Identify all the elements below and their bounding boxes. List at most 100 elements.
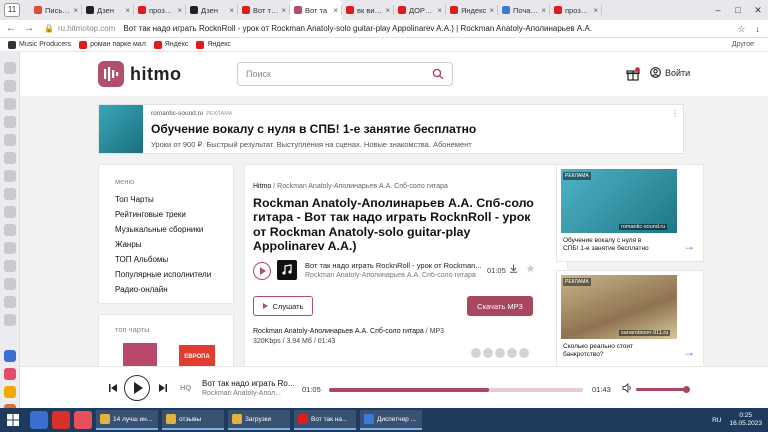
bookmark-item[interactable]: Music Producers: [8, 40, 71, 49]
menu-item[interactable]: Радио-онлайн: [115, 282, 211, 297]
play-pause-button[interactable]: [124, 375, 150, 401]
right-ad-card[interactable]: РЕКЛАМА romantic-sound.ru Обучение вокал…: [556, 164, 704, 262]
download-mp3-button[interactable]: Скачать MP3: [467, 296, 533, 316]
side-panel-icon[interactable]: [3, 314, 16, 326]
tab-close-icon[interactable]: ×: [385, 6, 390, 15]
tab-close-icon[interactable]: ×: [229, 6, 234, 15]
menu-item[interactable]: Популярные исполнители: [115, 267, 211, 282]
tab-close-icon[interactable]: ×: [437, 6, 442, 15]
taskbar-window[interactable]: Диспетчер ...: [360, 410, 422, 430]
side-panel-icon[interactable]: [3, 80, 16, 92]
chart-cover[interactable]: [123, 343, 157, 366]
side-panel-icon[interactable]: [3, 116, 16, 128]
tab-close-icon[interactable]: ×: [177, 6, 182, 15]
side-panel-icon[interactable]: [3, 152, 16, 164]
browser-tab[interactable]: Дзен ×: [186, 0, 238, 20]
url-host[interactable]: ru.hitmotop.com: [58, 24, 115, 33]
side-panel-icon[interactable]: [3, 260, 16, 272]
top-ad-banner[interactable]: romantic-sound.ru РЕКЛАМА Обучение вокалу…: [98, 104, 684, 154]
right-ad-card[interactable]: РЕКЛАМА sanarotsoon-911.ru Сколько реаль…: [556, 270, 704, 366]
browser-tab[interactable]: Дзен ×: [82, 0, 134, 20]
arrow-right-icon[interactable]: →: [683, 239, 695, 253]
meta-artist[interactable]: Rockman Anatoly-Аполинарьев А.А. Спб-сол…: [253, 328, 424, 335]
yandex-pin-icon[interactable]: [52, 411, 70, 429]
right-ad-caption[interactable]: Обучение вокалу с нуля в СПБ! 1-е заняти…: [563, 237, 653, 253]
tab-counter-button[interactable]: 11: [4, 3, 20, 17]
track-play-button[interactable]: [253, 262, 271, 280]
taskbar-window[interactable]: отзывы: [162, 410, 224, 430]
tab-close-icon[interactable]: ×: [541, 6, 546, 15]
search-input[interactable]: [246, 63, 426, 85]
vk-icon[interactable]: [3, 350, 16, 362]
progress-bar[interactable]: [329, 388, 583, 392]
menu-item[interactable]: Жанры: [115, 237, 211, 252]
next-track-icon[interactable]: [158, 383, 168, 395]
menu-item[interactable]: ТОП Альбомы: [115, 252, 211, 267]
site-logo[interactable]: hitmo: [98, 61, 182, 87]
menu-item[interactable]: Топ Чарты: [115, 192, 211, 207]
side-panel-icon[interactable]: [3, 278, 16, 290]
breadcrumb-current[interactable]: Rockman Anatoly-Аполинарьев А.А. Спб-сол…: [277, 183, 448, 190]
side-panel-icon[interactable]: [3, 98, 16, 110]
volume-knob[interactable]: [683, 386, 690, 393]
taskbar-window[interactable]: Вот так на...: [294, 410, 356, 430]
side-panel-icon[interactable]: [3, 62, 16, 74]
hq-toggle[interactable]: HQ: [180, 383, 191, 392]
taskbar-window[interactable]: Загрузки: [228, 410, 290, 430]
listen-button[interactable]: Слушать: [253, 296, 313, 316]
volume-icon[interactable]: [622, 382, 633, 395]
bookmark-item[interactable]: Яндекс: [153, 40, 188, 49]
explorer-pin-icon[interactable]: [30, 411, 48, 429]
login-button[interactable]: Войти: [650, 67, 690, 78]
bookmark-star-icon[interactable]: ☆: [737, 24, 745, 35]
taskbar-window[interactable]: 14 лучш ин...: [96, 410, 158, 430]
weather-icon[interactable]: [3, 386, 16, 398]
browser-tab[interactable]: проза ру×: [550, 0, 602, 20]
language-indicator[interactable]: RU: [712, 417, 721, 424]
favorite-star-icon[interactable]: [526, 264, 535, 275]
close-window-icon[interactable]: ✕: [748, 0, 768, 20]
track-row[interactable]: Вот так надо играть RocknRoll - урок от …: [253, 259, 535, 283]
clock[interactable]: 0:25 16.05.2023: [729, 412, 762, 428]
bookmarks-other[interactable]: Другое: [732, 38, 754, 52]
browser-tab[interactable]: Вот та ×: [290, 0, 342, 20]
volume-slider[interactable]: [636, 388, 686, 391]
side-panel-icon[interactable]: [3, 296, 16, 308]
tab-close-icon[interactable]: ×: [333, 6, 338, 15]
search-icon[interactable]: [432, 68, 444, 82]
rating-star-icon[interactable]: [495, 348, 505, 358]
menu-item[interactable]: Музыкальные сборники: [115, 222, 211, 237]
side-panel-icon[interactable]: [3, 224, 16, 236]
maximize-icon[interactable]: □: [728, 0, 748, 20]
browser-tab[interactable]: проза ру×: [134, 0, 186, 20]
side-panel-icon[interactable]: [3, 134, 16, 146]
minimize-icon[interactable]: –: [708, 0, 728, 20]
previous-track-icon[interactable]: [108, 383, 118, 395]
forward-icon[interactable]: →: [22, 23, 36, 34]
rating-star-icon[interactable]: [483, 348, 493, 358]
page-title-in-bar[interactable]: Вот так надо играть RocknRoll - урок от …: [123, 24, 593, 33]
menu-item[interactable]: Рейтинговые треки: [115, 207, 211, 222]
side-panel-icon[interactable]: [3, 170, 16, 182]
bookmark-item[interactable]: Яндекс: [196, 40, 231, 49]
back-icon[interactable]: ←: [4, 23, 18, 34]
rating-star-icon[interactable]: [507, 348, 517, 358]
right-ad-caption[interactable]: Сколько реально стоит банкротство?: [563, 343, 653, 359]
browser-tab[interactable]: Вот так н×: [238, 0, 290, 20]
chart-cover-europa[interactable]: ЕВРОПА ПЛЮС: [179, 345, 215, 366]
browser-tab[interactable]: Почасов×: [498, 0, 550, 20]
gift-icon[interactable]: [626, 67, 640, 83]
download-icon[interactable]: [509, 264, 518, 275]
side-panel-icon[interactable]: [3, 188, 16, 200]
app-pin-icon[interactable]: [74, 411, 92, 429]
browser-tab[interactable]: ДОРОГА×: [394, 0, 446, 20]
tab-close-icon[interactable]: ×: [489, 6, 494, 15]
arrow-right-icon[interactable]: →: [683, 345, 695, 359]
tab-close-icon[interactable]: ×: [281, 6, 286, 15]
browser-tab[interactable]: Яндекс ×: [446, 0, 498, 20]
browser-tab[interactable]: вк видео×: [342, 0, 394, 20]
music-icon[interactable]: [3, 368, 16, 380]
tab-close-icon[interactable]: ×: [73, 6, 78, 15]
bookmark-item[interactable]: роман парке мал: [79, 40, 146, 49]
ad-title[interactable]: Обучение вокалу с нуля в СПБ! 1-е заняти…: [151, 122, 476, 136]
